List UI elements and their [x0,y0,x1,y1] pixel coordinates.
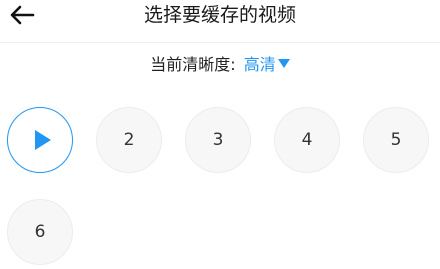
episode-item-5[interactable]: 5 [363,107,429,173]
quality-value: 高清 [243,55,276,74]
page-title: 选择要缓存的视频 [143,4,296,26]
header-bar: 选择要缓存的视频 [0,0,440,43]
episode-item-3[interactable]: 3 [185,107,251,173]
play-icon [34,130,51,150]
episode-item-6[interactable]: 6 [7,199,73,265]
quality-row: 当前清晰度: 高清 [0,50,440,76]
episode-item-4[interactable]: 4 [274,107,340,173]
episode-item-1[interactable] [7,107,73,173]
caret-down-icon [277,59,290,68]
episode-item-2[interactable]: 2 [96,107,162,173]
quality-label: 当前清晰度: [150,55,236,74]
quality-dropdown[interactable]: 高清 [244,51,290,75]
